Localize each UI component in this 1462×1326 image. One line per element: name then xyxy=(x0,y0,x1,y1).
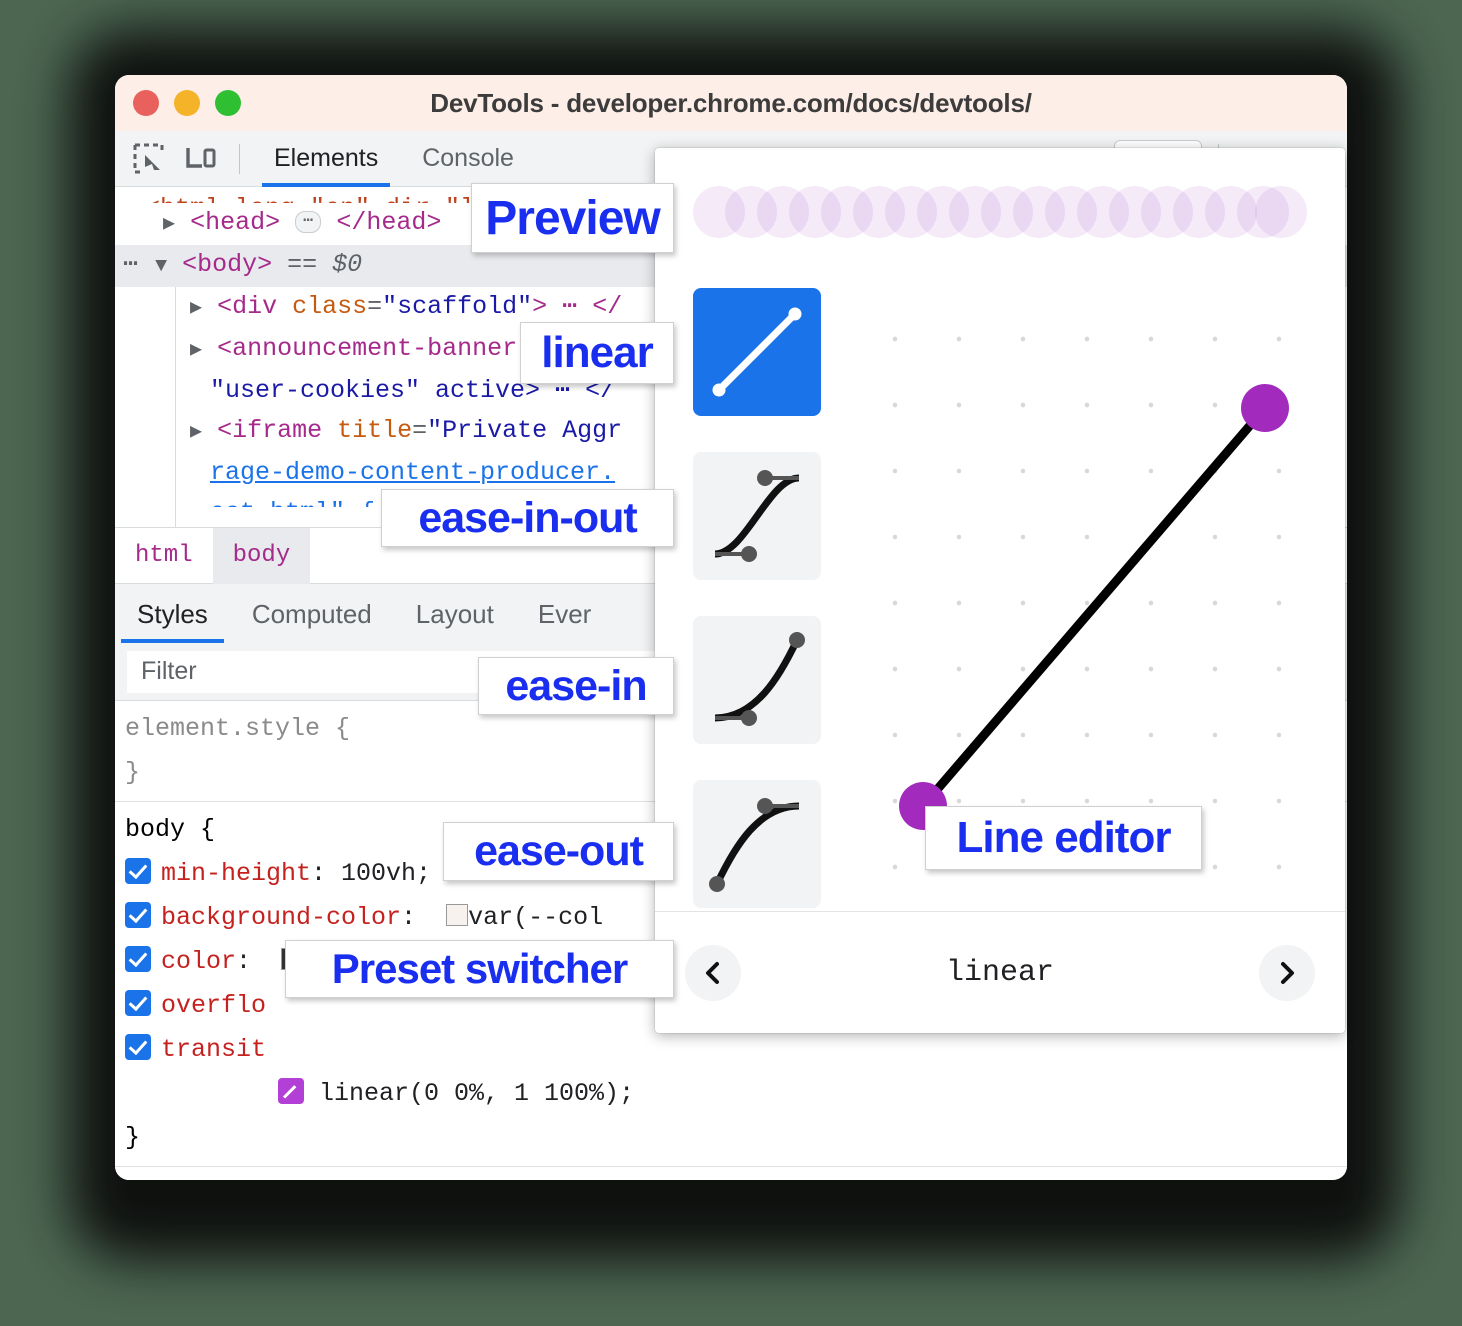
css-declaration-transition-value[interactable]: linear(0 0%, 1 100%); xyxy=(125,1072,1347,1116)
declaration-checkbox[interactable] xyxy=(125,902,151,928)
window-title: DevTools - developer.chrome.com/docs/dev… xyxy=(430,87,1032,118)
callout-label: linear xyxy=(541,328,653,377)
expand-triangle-icon[interactable]: ▶ xyxy=(163,205,175,245)
tree-tag-announcement-banner: <announcement-banner xyxy=(217,334,518,363)
tree-tag-head-open: <head> xyxy=(190,208,281,237)
tree-tag-head-close: </head> xyxy=(336,208,442,237)
css-easing-value[interactable]: linear(0 0%, 1 100%); xyxy=(319,1079,634,1108)
tree-tag-div: <div xyxy=(217,292,278,321)
breadcrumb-label: html xyxy=(135,542,193,569)
tree-tag-body: <body> xyxy=(182,250,273,279)
breadcrumb-label: body xyxy=(232,542,291,569)
css-selector[interactable]: body, h1, h2, h3, p, pre { xyxy=(125,1173,1347,1180)
css-property-name[interactable]: color xyxy=(161,947,236,976)
iframe-src-link-cont[interactable]: est.html" { xyxy=(210,498,375,507)
declaration-checkbox[interactable] xyxy=(125,858,151,884)
expand-triangle-icon[interactable]: ▶ xyxy=(190,331,202,371)
callout-preview: Preview xyxy=(471,183,674,253)
css-property-value[interactable]: var(--col xyxy=(468,903,603,932)
easing-line-editor-popup[interactable]: linear xyxy=(655,148,1345,1033)
callout-label: ease-in-out xyxy=(418,493,637,542)
css-rule-close: } xyxy=(125,1123,141,1152)
expand-triangle-icon[interactable]: ▶ xyxy=(190,289,202,329)
css-property-name[interactable]: min-height xyxy=(161,859,311,888)
iframe-src-link[interactable]: rage-demo-content-producer. xyxy=(210,458,615,487)
tab-event-listeners-label: Ever xyxy=(537,598,592,629)
preset-ease-in[interactable] xyxy=(693,616,821,744)
easing-swatch-icon[interactable] xyxy=(278,1078,304,1104)
callout-preset-switcher: Preset switcher xyxy=(285,940,674,998)
css-property-value[interactable]: 100vh; xyxy=(341,859,431,888)
callout-ease-in-out: ease-in-out xyxy=(381,489,674,547)
preset-linear[interactable] xyxy=(693,288,821,416)
css-source-link[interactable]: (index):1 xyxy=(1205,1177,1335,1180)
preset-thumbnail-list xyxy=(693,288,821,908)
tree-eq: == xyxy=(287,250,318,279)
row-badge-dots-icon[interactable]: ⋯ xyxy=(123,250,140,279)
css-rule-typography[interactable]: body, h1, h2, h3, p, pre { (index):1 mar… xyxy=(115,1167,1347,1180)
tab-styles[interactable]: Styles xyxy=(115,585,230,643)
console-ref-badge: $0 xyxy=(332,250,363,279)
tab-computed-label: Computed xyxy=(251,598,372,629)
chevron-right-icon[interactable] xyxy=(1259,944,1315,1001)
tab-elements[interactable]: Elements xyxy=(254,131,398,187)
tab-layout[interactable]: Layout xyxy=(394,585,516,643)
window-titlebar: DevTools - developer.chrome.com/docs/dev… xyxy=(115,75,1347,131)
callout-label: Preset switcher xyxy=(331,945,628,992)
tab-computed[interactable]: Computed xyxy=(230,585,394,643)
chevron-left-icon[interactable] xyxy=(685,944,741,1001)
callout-label: ease-in xyxy=(505,661,647,710)
control-point-end[interactable] xyxy=(1241,384,1289,432)
breadcrumb-item-html[interactable]: html xyxy=(115,528,213,584)
tab-elements-label: Elements xyxy=(274,144,379,172)
tree-tail: > ⋯ </ xyxy=(532,292,623,321)
color-swatch-light-icon[interactable] xyxy=(446,904,469,926)
tree-tag-iframe: <iframe xyxy=(217,416,323,445)
toolbar-divider xyxy=(239,143,240,174)
easing-line-graph[interactable] xyxy=(855,298,1325,858)
callout-ease-out: ease-out xyxy=(443,822,674,881)
tree-attr-title: title xyxy=(337,416,413,445)
tab-styles-label: Styles xyxy=(137,598,208,629)
preset-ease-in-out[interactable] xyxy=(693,452,821,580)
tree-attr-value-title: "Private Aggr xyxy=(427,416,623,445)
callout-line-editor: Line editor xyxy=(925,806,1202,870)
declaration-checkbox[interactable] xyxy=(125,946,151,972)
tab-layout-label: Layout xyxy=(415,598,494,629)
collapsed-children-chip[interactable]: ⋯ xyxy=(295,211,322,234)
expand-triangle-icon[interactable]: ▶ xyxy=(190,413,202,453)
declaration-checkbox[interactable] xyxy=(125,1034,151,1060)
easing-line-segment[interactable] xyxy=(919,405,1269,809)
css-property-name[interactable]: overflo xyxy=(161,991,266,1020)
inspect-element-icon[interactable] xyxy=(125,137,173,181)
tab-console[interactable]: Console xyxy=(402,131,534,187)
callout-label: Preview xyxy=(485,191,660,245)
declaration-checkbox[interactable] xyxy=(125,990,151,1016)
css-property-name[interactable]: background-color xyxy=(161,903,401,932)
collapse-triangle-icon[interactable]: ▼ xyxy=(155,247,167,287)
tab-console-label: Console xyxy=(422,144,514,172)
tree-attr-value: "scaffold" xyxy=(382,292,533,321)
css-property-name[interactable]: transit xyxy=(161,1035,266,1064)
device-toolbar-icon[interactable] xyxy=(177,137,225,181)
preset-switcher-label: linear xyxy=(945,955,1055,990)
callout-label: ease-out xyxy=(474,827,644,875)
css-declaration-transition[interactable]: transit xyxy=(125,1028,1347,1072)
animation-preview-strip xyxy=(693,186,1307,238)
tree-attr-class: class xyxy=(292,292,368,321)
breadcrumb-item-body[interactable]: body xyxy=(212,527,311,584)
preset-ease-out[interactable] xyxy=(693,780,821,908)
callout-label: Line editor xyxy=(956,813,1172,862)
preset-switcher-bar: linear xyxy=(655,911,1345,1033)
styles-filter-placeholder: Filter xyxy=(141,657,197,685)
tab-event-listeners[interactable]: Ever xyxy=(516,585,613,643)
callout-ease-in: ease-in xyxy=(478,657,674,715)
callout-linear: linear xyxy=(520,322,674,384)
